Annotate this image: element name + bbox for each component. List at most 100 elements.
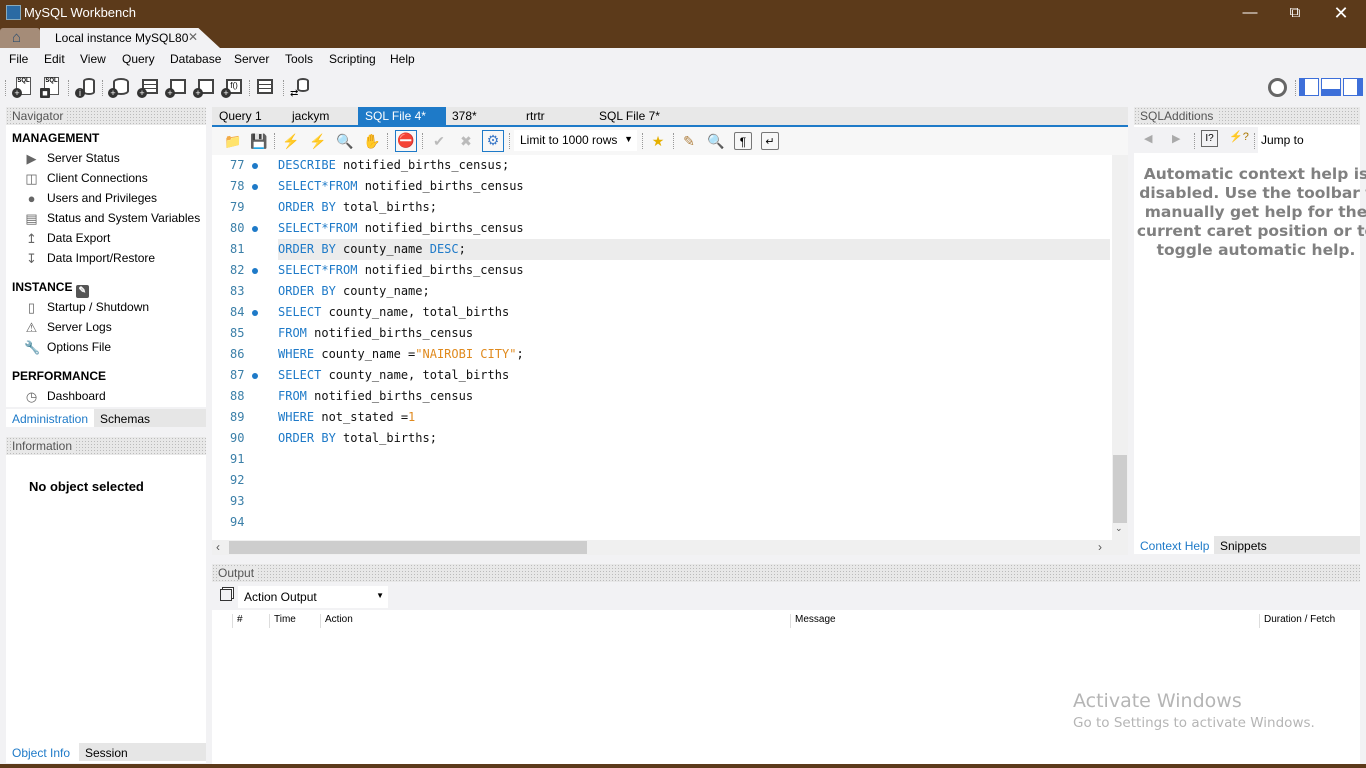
tab-schemas[interactable]: Schemas (94, 409, 206, 427)
open-sql-script-icon[interactable]: SQL ■ (40, 76, 62, 98)
menu-view[interactable]: View (80, 52, 106, 66)
col-time[interactable]: Time (269, 614, 319, 628)
manual-help-icon[interactable]: I? (1201, 130, 1218, 147)
editor-horizontal-scrollbar[interactable]: ‹ › (212, 540, 1128, 555)
editor-line[interactable]: 78 SELECT*FROM notified_births_census (212, 176, 1110, 197)
menu-help[interactable]: Help (390, 52, 415, 66)
toggle-error-stop-icon[interactable]: ⛔ (395, 130, 417, 152)
scroll-thumb[interactable] (1113, 455, 1127, 523)
menu-server[interactable]: Server (234, 52, 269, 66)
tab-sql-file-4[interactable]: SQL File 4* × (358, 107, 446, 137)
col-message[interactable]: Message (790, 614, 1256, 628)
tab-378[interactable]: 378* (445, 107, 484, 126)
editor-line[interactable]: 93 (212, 491, 1110, 512)
col-duration-fetch[interactable]: Duration / Fetch (1259, 614, 1359, 628)
editor-line[interactable]: 89 WHERE not_stated =1 (212, 407, 1110, 428)
create-procedure-icon[interactable]: + (193, 76, 215, 98)
editor-line[interactable]: 84 SELECT county_name, total_births (212, 302, 1110, 323)
menu-tools[interactable]: Tools (285, 52, 313, 66)
create-view-icon[interactable]: + (165, 76, 187, 98)
scroll-down-icon[interactable]: ⌄ (1115, 523, 1123, 534)
open-file-icon[interactable]: 📁 (224, 132, 242, 150)
menu-database[interactable]: Database (170, 52, 221, 66)
close-button[interactable]: ✕ (1318, 0, 1364, 26)
rollback-icon[interactable]: ✖ (457, 132, 475, 150)
col-action[interactable]: Action (320, 614, 788, 628)
stop-icon[interactable]: ✋ (363, 132, 381, 150)
scroll-thumb[interactable] (229, 541, 587, 554)
home-tab[interactable]: ⌂ (0, 28, 40, 48)
restore-button[interactable]: ⧉ (1272, 0, 1318, 26)
copy-icon[interactable] (220, 589, 232, 601)
code-text: WHERE county_name ="NAIROBI CITY"; (278, 347, 524, 361)
execute-current-icon[interactable]: ⚡ (309, 132, 327, 150)
editor-line[interactable]: 77 DESCRIBE notified_births_census; (212, 155, 1110, 176)
find-replace-icon[interactable]: 🔍 (707, 132, 725, 150)
editor-line[interactable]: 85 FROM notified_births_census (212, 323, 1110, 344)
line-number: 88 (230, 389, 245, 403)
preferences-gear-icon[interactable] (1268, 78, 1287, 97)
editor-line[interactable]: 80 SELECT*FROM notified_births_census (212, 218, 1110, 239)
sql-editor[interactable]: 77 DESCRIBE notified_births_census; 78 SELE… (212, 155, 1112, 540)
execute-all-icon[interactable]: ⚡ (282, 132, 300, 150)
tab-sql-file-7[interactable]: SQL File 7* (592, 107, 667, 126)
editor-vertical-scrollbar[interactable]: ⌄ (1112, 155, 1128, 540)
connection-tab[interactable]: Local instance MySQL80 ✕ (40, 28, 220, 48)
menu-edit[interactable]: Edit (44, 52, 65, 66)
new-sql-tab-icon[interactable]: SQL + (12, 76, 34, 98)
explain-icon[interactable]: 🔍 (336, 132, 354, 150)
tab-administration[interactable]: Administration (6, 409, 95, 427)
code-text: SELECT*FROM notified_births_census (278, 179, 524, 193)
forward-icon[interactable]: ▶ (1172, 132, 1180, 145)
close-tab-icon[interactable]: ✕ (188, 30, 198, 44)
commit-icon[interactable]: ✔ (430, 132, 448, 150)
reconnect-icon[interactable]: ⇄ (289, 76, 311, 99)
output-type-select[interactable]: Action Output ▼ (238, 586, 388, 608)
editor-line[interactable]: 91 (212, 449, 1110, 470)
editor-line[interactable]: 79 ORDER BY total_births; (212, 197, 1110, 218)
editor-line[interactable]: 83 ORDER BY county_name; (212, 281, 1110, 302)
editor-line[interactable]: 82 SELECT*FROM notified_births_census (212, 260, 1110, 281)
toggle-sidebar-icon[interactable] (1299, 78, 1319, 96)
inspect-object-icon[interactable]: i (75, 76, 97, 98)
tab-query-1[interactable]: Query 1 (212, 107, 269, 126)
save-icon[interactable]: 💾 (250, 132, 268, 150)
scroll-left-icon[interactable]: ‹ (216, 540, 220, 554)
tab-context-help[interactable]: Context Help (1134, 536, 1216, 554)
auto-help-icon[interactable]: ⚡? (1229, 130, 1249, 143)
tab-rtrtr[interactable]: rtrtr (519, 107, 552, 126)
tab-snippets[interactable]: Snippets (1214, 536, 1360, 554)
tab-object-info[interactable]: Object Info (6, 743, 77, 761)
menu-file[interactable]: File (9, 52, 28, 66)
minimize-button[interactable]: — (1227, 0, 1273, 26)
word-wrap-icon[interactable]: ↵ (761, 132, 779, 150)
editor-line[interactable]: 86 WHERE county_name ="NAIROBI CITY"; (212, 344, 1110, 365)
col-number[interactable]: # (232, 614, 264, 628)
editor-line[interactable]: 94 (212, 512, 1110, 533)
add-snippet-star-icon[interactable]: ★ (649, 132, 667, 150)
back-icon[interactable]: ◀ (1144, 132, 1152, 145)
search-table-data-icon[interactable] (255, 76, 277, 98)
toggle-secondary-sidebar-icon[interactable] (1343, 78, 1363, 96)
editor-line[interactable]: 88 FROM notified_births_census (212, 386, 1110, 407)
editor-line[interactable]: 87 SELECT county_name, total_births (212, 365, 1110, 386)
editor-line[interactable]: 90 ORDER BY total_births; (212, 428, 1110, 449)
chevron-down-icon: ▼ (376, 591, 384, 600)
scroll-right-icon[interactable]: › (1098, 540, 1102, 554)
export-icon: ↥ (26, 231, 37, 246)
create-function-icon[interactable]: f() + (221, 76, 243, 98)
jump-to-field[interactable]: Jump to (1258, 127, 1360, 153)
editor-line[interactable]: 81 ORDER BY county_name DESC; (212, 239, 1110, 260)
tab-session[interactable]: Session (79, 743, 206, 761)
beautify-broom-icon[interactable]: ✎ (680, 132, 698, 150)
invisible-chars-icon[interactable]: ¶ (734, 132, 752, 150)
autocommit-icon[interactable]: ⚙ (482, 130, 504, 152)
menu-scripting[interactable]: Scripting (329, 52, 376, 66)
toggle-output-icon[interactable] (1321, 78, 1341, 96)
create-schema-icon[interactable]: + (108, 76, 130, 98)
editor-line[interactable]: 92 (212, 470, 1110, 491)
limit-rows-select[interactable]: Limit to 1000 rows ▼ (514, 130, 637, 151)
menu-query[interactable]: Query (122, 52, 155, 66)
tab-jackym[interactable]: jackym (285, 107, 336, 126)
create-table-icon[interactable]: + (137, 76, 159, 98)
